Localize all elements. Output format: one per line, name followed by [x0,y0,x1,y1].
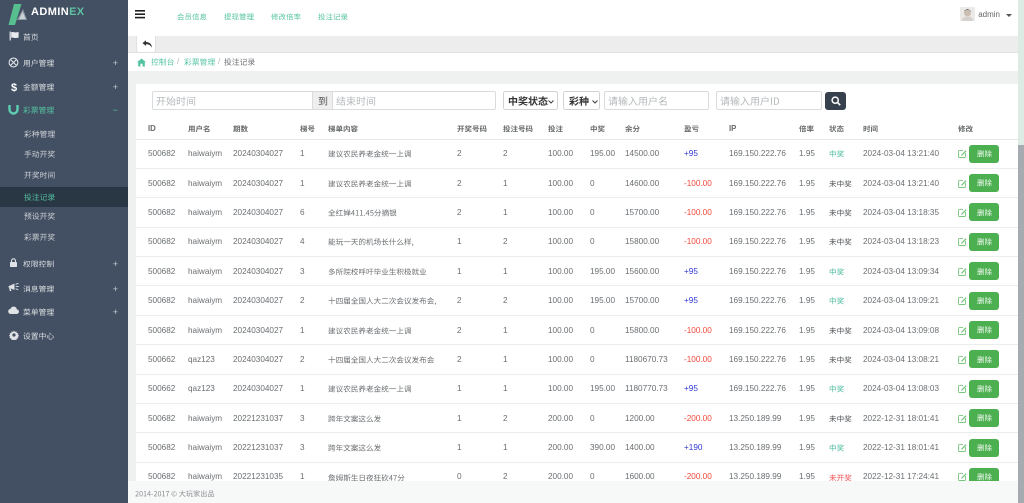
svg-text:$: $ [10,82,16,93]
